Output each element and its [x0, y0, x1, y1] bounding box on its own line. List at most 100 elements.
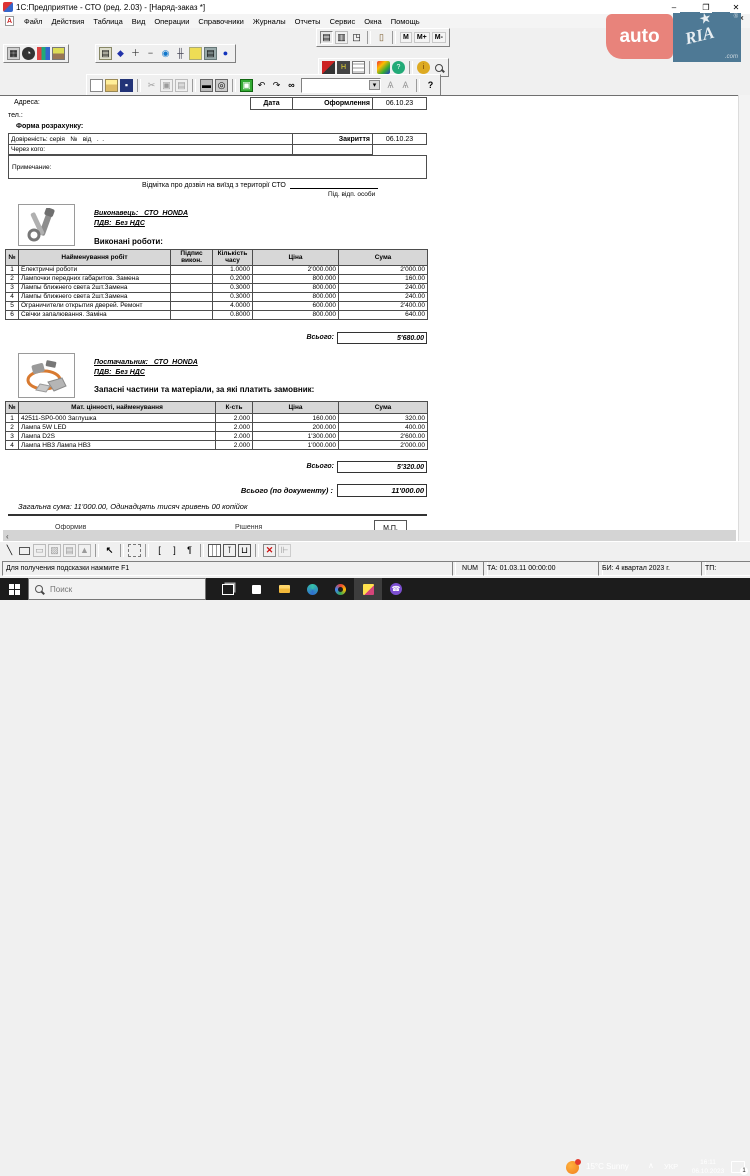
weather-icon[interactable] [566, 1159, 581, 1174]
find-icon[interactable]: ∞ [285, 79, 298, 92]
picture-tool-icon[interactable]: ▨ [48, 544, 61, 557]
language-indicator[interactable]: УКР [664, 1162, 678, 1171]
chevron-down-icon[interactable]: ▾ [369, 80, 380, 90]
text-tool-icon[interactable]: ▤ [63, 544, 76, 557]
vertical-scrollbar[interactable]: ˄ ˅ [738, 95, 750, 541]
clock[interactable]: 16:11 06.10.2023 [688, 1158, 728, 1176]
find-prev-icon[interactable]: Ѧ [399, 79, 412, 92]
documents-icon[interactable]: ▤ [99, 47, 112, 60]
refresh-icon[interactable]: ▣ [240, 78, 253, 92]
menu-table[interactable]: Таблица [93, 17, 122, 26]
tray-chevron-icon[interactable]: ∧ [648, 1161, 654, 1170]
redo-icon[interactable]: ↷ [270, 79, 283, 92]
column-icon[interactable]: ╫ [174, 47, 187, 60]
separator [200, 544, 204, 557]
1c-app-button[interactable] [354, 578, 382, 600]
table-cell: Лампа НВ3 Лампа НВ3 [18, 440, 216, 450]
section-open-icon[interactable]: [ [153, 544, 166, 557]
memory-mplus-button[interactable]: М+ [413, 32, 430, 43]
google-button[interactable] [326, 578, 354, 600]
store-button[interactable] [242, 578, 270, 600]
clock-icon[interactable]: ◔ [22, 47, 35, 60]
weather-text[interactable]: 15°C Sunny [586, 1162, 629, 1171]
monitor-icon[interactable]: ▤ [320, 31, 333, 44]
note-icon[interactable] [189, 47, 202, 60]
search-input[interactable] [48, 583, 182, 595]
task-view-button[interactable] [214, 578, 242, 600]
print-preview-icon[interactable]: ◎ [215, 78, 228, 92]
file-explorer-button[interactable] [270, 578, 298, 600]
menu-journals[interactable]: Журналы [253, 17, 286, 26]
table-grid-icon[interactable] [208, 544, 221, 557]
cut-icon[interactable]: ✂ [145, 79, 158, 92]
format-marks-icon[interactable]: ¶ [183, 544, 196, 557]
menu-file[interactable]: Файл [24, 17, 42, 26]
copy-icon[interactable]: ▣ [160, 78, 173, 92]
about-icon[interactable]: i [417, 61, 430, 74]
exit-icon[interactable] [322, 61, 335, 74]
restore-button[interactable]: ❐ [700, 2, 712, 13]
add-row-icon[interactable]: ＋ [129, 47, 142, 60]
undo-icon[interactable]: ↶ [255, 79, 268, 92]
taskbar-search[interactable] [28, 578, 206, 600]
zoom-icon[interactable] [432, 61, 445, 74]
ellipse-tool-icon[interactable]: ▭ [33, 544, 46, 557]
menu-windows[interactable]: Окна [364, 17, 381, 26]
memory-mminus-button[interactable]: М- [431, 32, 446, 43]
picture-icon[interactable] [52, 47, 65, 60]
menu-reports[interactable]: Отчеты [295, 17, 321, 26]
delete-table-icon[interactable]: ✕ [263, 544, 276, 557]
table-view-icon[interactable] [352, 61, 365, 74]
menu-actions[interactable]: Действия [51, 17, 84, 26]
signature-line [289, 188, 378, 189]
open-icon[interactable] [105, 78, 118, 92]
table-cell: 2'000.00 [338, 440, 428, 450]
address-label: Адреса: [14, 99, 40, 106]
find-in-base-icon[interactable]: Н [337, 61, 350, 74]
reference-book-icon[interactable]: ◆ [114, 47, 127, 60]
fix-window-icon[interactable]: ▥ [335, 31, 348, 44]
menu-operations[interactable]: Операции [154, 17, 189, 26]
save-icon[interactable]: ▪ [120, 78, 133, 92]
chart-tool-icon[interactable]: ▲ [78, 544, 91, 557]
print-icon[interactable]: ▬ [200, 78, 213, 92]
paste-icon[interactable]: ▤ [175, 78, 188, 92]
section-close-icon[interactable]: ] [168, 544, 181, 557]
close-button[interactable]: ✕ [730, 2, 742, 13]
start-button[interactable] [0, 578, 28, 600]
sheet-settings-icon[interactable]: ◳ [350, 31, 363, 44]
line-tool-icon[interactable]: ╲ [3, 544, 16, 557]
rect-tool-icon[interactable] [19, 546, 30, 555]
hide-grid-icon[interactable]: ⊩ [278, 544, 291, 557]
dashed-area-icon[interactable] [128, 544, 141, 557]
globe-help-icon[interactable]: ? [392, 61, 405, 74]
view-document-icon[interactable]: ◉ [159, 47, 172, 60]
minimize-button[interactable]: – [668, 2, 680, 13]
syntax-helper-icon[interactable] [377, 61, 390, 74]
scroll-left-icon[interactable]: ‹ [6, 532, 9, 541]
book-icon[interactable]: ▯ [375, 31, 388, 44]
notification-center-button[interactable]: 1 [731, 1161, 748, 1175]
menu-references[interactable]: Справочники [198, 17, 243, 26]
table-header-icon[interactable]: ⊺ [223, 544, 236, 557]
viber-button[interactable]: ☎ [382, 578, 410, 600]
table-footer-icon[interactable]: ⊔ [238, 544, 251, 557]
find-next-icon[interactable]: Ѧ [384, 79, 397, 92]
colored-table-icon[interactable] [37, 47, 50, 60]
memory-m-button[interactable]: М [400, 32, 412, 43]
wrench-screwdriver-drawing [27, 208, 55, 242]
edge-button[interactable] [298, 578, 326, 600]
new-icon[interactable] [90, 78, 103, 92]
menu-service[interactable]: Сервис [330, 17, 356, 26]
portfolio-icon[interactable]: ● [219, 47, 232, 60]
select-cursor-icon[interactable]: ↖ [103, 544, 116, 557]
search-combobox[interactable]: ▾ [301, 77, 381, 93]
menu-help[interactable]: Помощь [391, 17, 420, 26]
report-icon[interactable]: ▦ [7, 47, 20, 60]
document-icon: А [5, 16, 14, 26]
help-icon[interactable]: ? [424, 79, 437, 92]
viber-phone-icon: ☎ [390, 583, 402, 595]
menu-view[interactable]: Вид [132, 17, 146, 26]
delete-row-icon[interactable]: − [144, 47, 157, 60]
card-file-icon[interactable]: ▤ [204, 47, 217, 60]
